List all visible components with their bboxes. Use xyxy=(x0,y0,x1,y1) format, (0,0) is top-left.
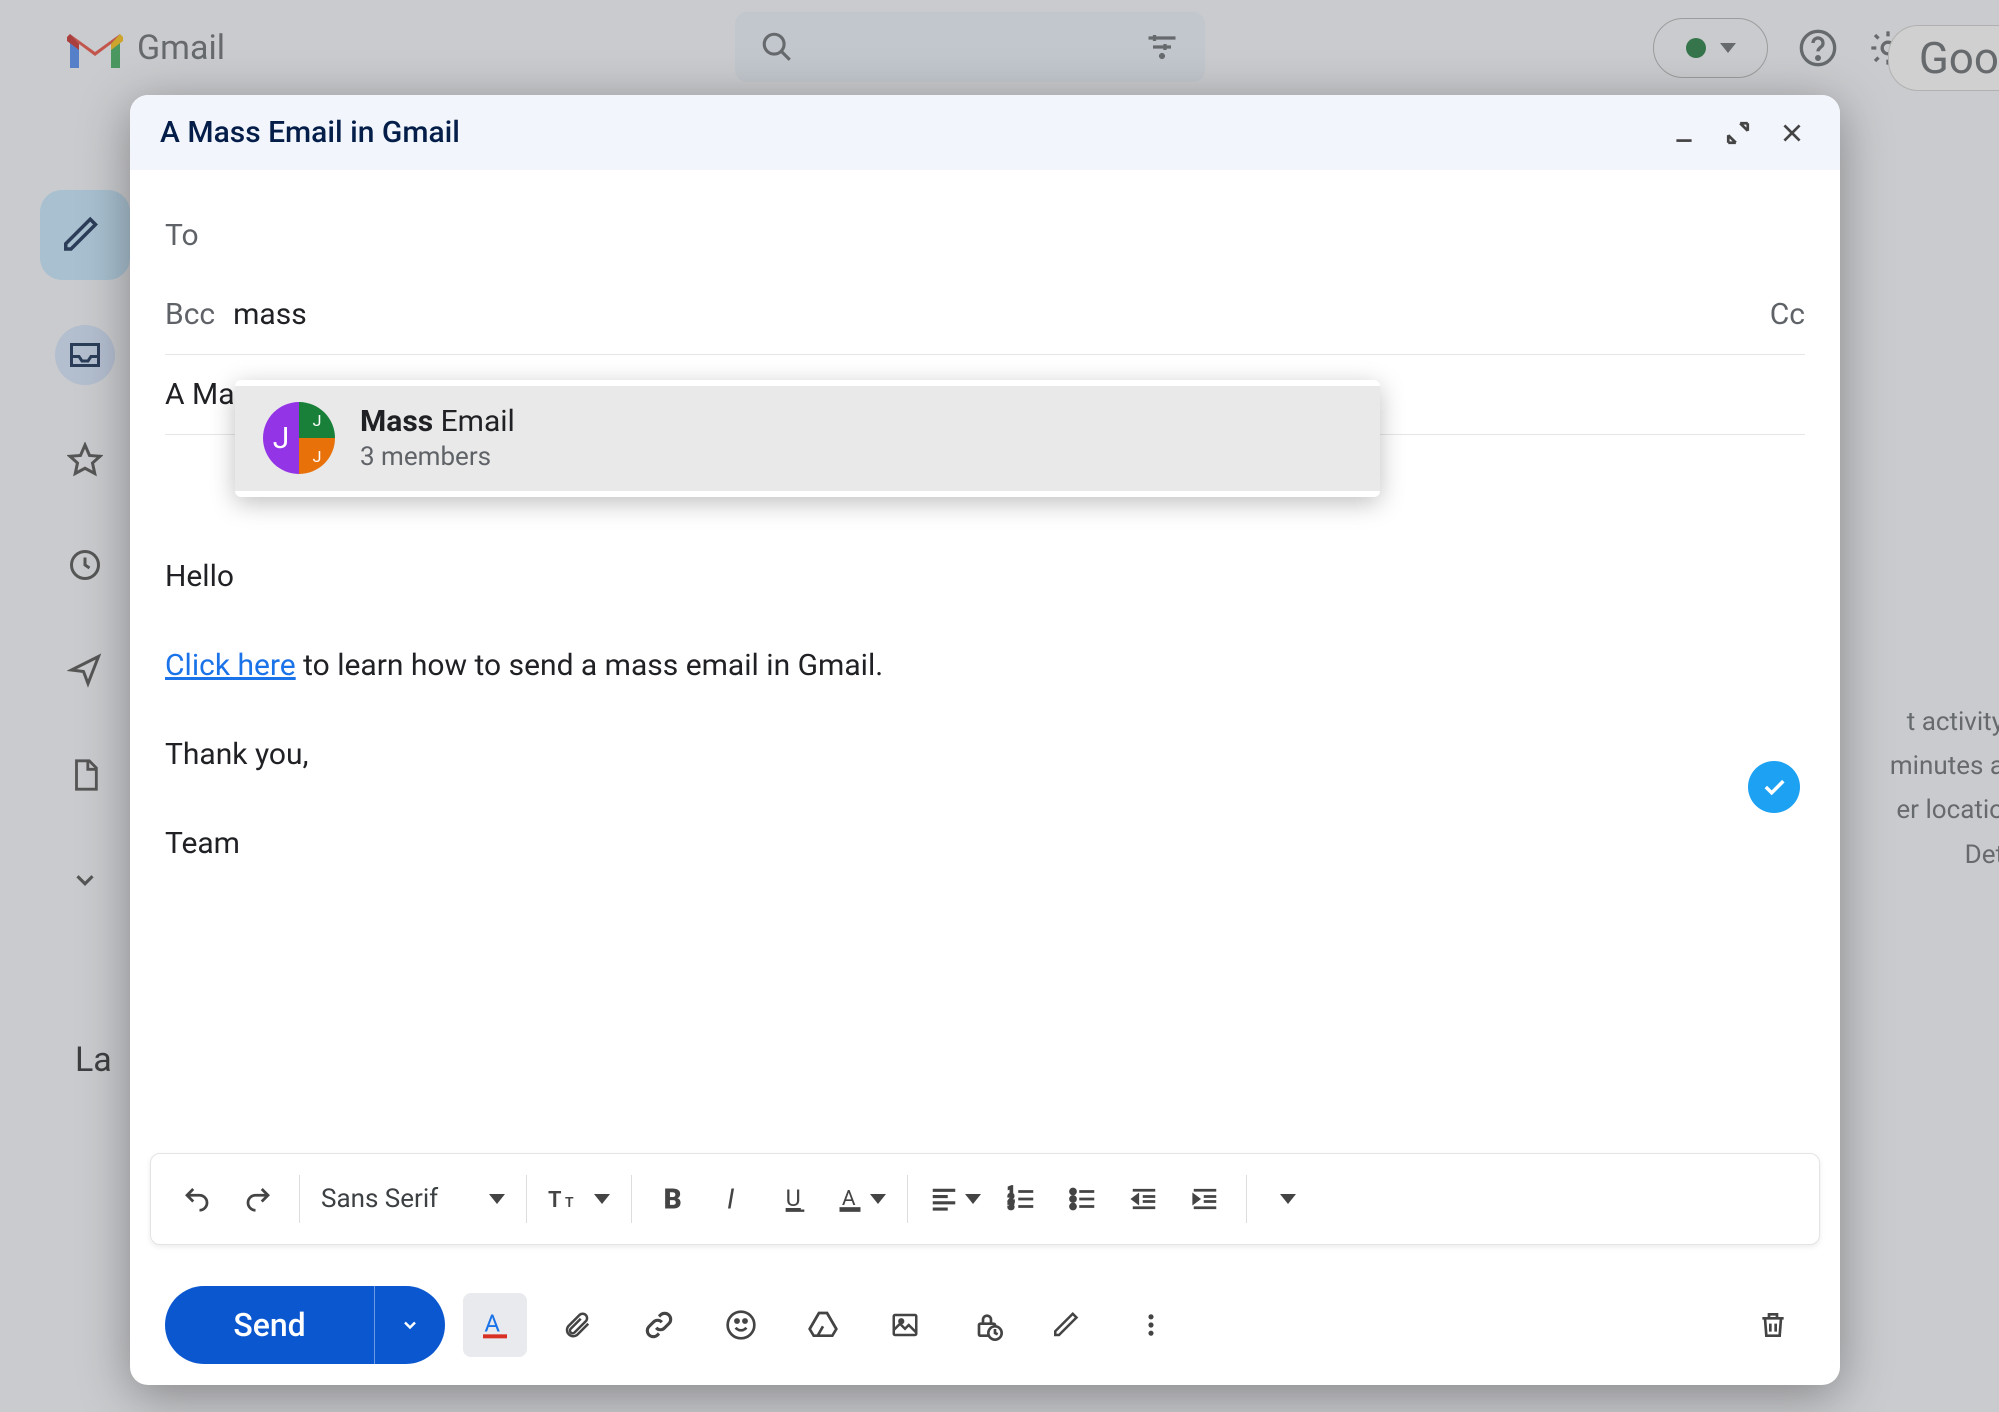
indent-more-button[interactable] xyxy=(1177,1171,1233,1227)
body-line: Click here to learn how to send a mass e… xyxy=(165,639,1805,693)
to-label: To xyxy=(165,218,199,253)
suggestion-meta: 3 members xyxy=(360,441,515,475)
send-button[interactable]: Send xyxy=(165,1286,445,1364)
subject-input[interactable]: A Ma xyxy=(165,377,235,412)
contact-suggestions: J J J Mass Email 3 members xyxy=(235,380,1380,497)
formatting-toolbar: Sans Serif TT B I U A 123 xyxy=(150,1153,1820,1245)
formatting-toggle-button[interactable]: A xyxy=(463,1293,527,1357)
close-icon[interactable] xyxy=(1779,120,1805,146)
font-selector[interactable]: Sans Serif xyxy=(313,1171,513,1227)
chevron-down-icon xyxy=(489,1194,505,1204)
signature-button[interactable] xyxy=(1037,1293,1101,1357)
bold-button[interactable]: B xyxy=(645,1171,701,1227)
confidential-button[interactable] xyxy=(955,1293,1019,1357)
to-field[interactable]: To xyxy=(165,195,1805,275)
font-size-button[interactable]: TT xyxy=(540,1171,618,1227)
bcc-field[interactable]: Bcc mass Cc xyxy=(165,275,1805,355)
suggestion-item[interactable]: J J J Mass Email 3 members xyxy=(235,386,1380,491)
body-line: Hello xyxy=(165,550,1805,604)
compose-header: A Mass Email in Gmail xyxy=(130,95,1840,170)
svg-text:A: A xyxy=(484,1310,500,1338)
link-button[interactable] xyxy=(627,1293,691,1357)
more-options-button[interactable] xyxy=(1119,1293,1183,1357)
svg-text:U: U xyxy=(786,1185,801,1212)
bcc-input[interactable]: mass xyxy=(233,297,307,332)
svg-text:3: 3 xyxy=(1008,1201,1014,1212)
discard-button[interactable] xyxy=(1741,1293,1805,1357)
bcc-label: Bcc xyxy=(165,297,215,332)
body-link[interactable]: Click here xyxy=(165,648,296,683)
email-body[interactable]: Hello Click here to learn how to send a … xyxy=(165,525,1805,871)
svg-text:T: T xyxy=(548,1188,562,1213)
drive-button[interactable] xyxy=(791,1293,855,1357)
svg-text:B: B xyxy=(664,1185,682,1213)
suggestion-name: Mass Email xyxy=(360,402,515,441)
group-avatar: J J J xyxy=(263,402,335,474)
compose-action-bar: Send A xyxy=(130,1265,1840,1385)
undo-button[interactable] xyxy=(169,1171,225,1227)
svg-text:T: T xyxy=(565,1195,574,1211)
compose-dialog: A Mass Email in Gmail To Bcc mass Cc A M… xyxy=(130,95,1840,1385)
redo-button[interactable] xyxy=(230,1171,286,1227)
more-formatting-button[interactable] xyxy=(1260,1171,1316,1227)
cc-toggle[interactable]: Cc xyxy=(1770,297,1805,332)
body-line: Team xyxy=(165,817,1805,871)
minimize-icon[interactable] xyxy=(1671,120,1697,146)
numbered-list-button[interactable]: 123 xyxy=(994,1171,1050,1227)
popout-icon[interactable] xyxy=(1725,120,1751,146)
body-line: Thank you, xyxy=(165,728,1805,782)
send-options-button[interactable] xyxy=(375,1286,445,1364)
underline-button[interactable]: U xyxy=(767,1171,823,1227)
emoji-button[interactable] xyxy=(709,1293,773,1357)
align-button[interactable] xyxy=(921,1171,989,1227)
text-color-button[interactable]: A xyxy=(828,1171,894,1227)
check-badge-icon[interactable] xyxy=(1748,761,1800,813)
italic-button[interactable]: I xyxy=(706,1171,762,1227)
svg-text:I: I xyxy=(727,1185,735,1213)
compose-title: A Mass Email in Gmail xyxy=(160,115,460,150)
bullet-list-button[interactable] xyxy=(1055,1171,1111,1227)
indent-less-button[interactable] xyxy=(1116,1171,1172,1227)
photo-button[interactable] xyxy=(873,1293,937,1357)
attach-button[interactable] xyxy=(545,1293,609,1357)
